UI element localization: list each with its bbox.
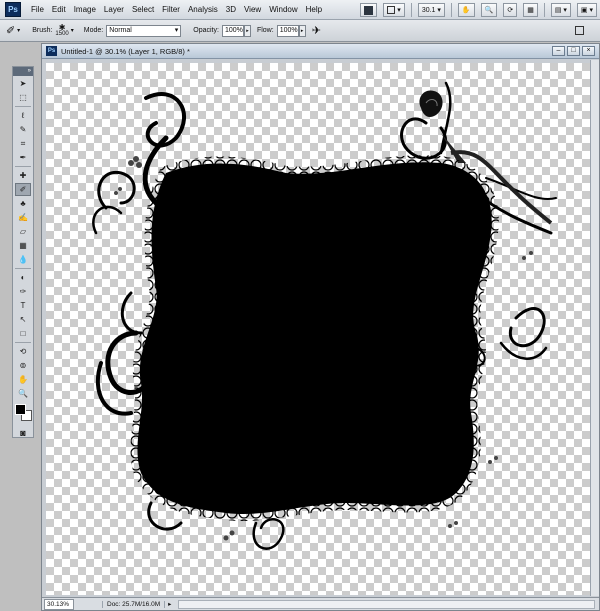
status-bar: 30.13% Doc: 25.7M/16.0M ▸ <box>42 597 599 610</box>
canvas[interactable] <box>46 63 591 595</box>
healing-tool[interactable]: ✚ <box>15 169 31 182</box>
type-tool[interactable]: T <box>15 299 31 312</box>
menu-analysis[interactable]: Analysis <box>184 0 222 20</box>
flow-label: Flow: <box>256 27 274 34</box>
brush-preset-picker[interactable]: ✱ 1500 <box>55 22 69 38</box>
hand-tool[interactable]: ✋ <box>15 373 31 386</box>
menu-window[interactable]: Window <box>265 0 301 20</box>
photoshop-logo: Ps <box>5 2 21 17</box>
launch-bridge-button[interactable] <box>360 3 378 17</box>
zoom-level-dropdown[interactable]: 30.1 ▾ <box>417 3 445 17</box>
tool-preset-picker[interactable]: ✐ ▾ <box>6 24 20 37</box>
hand-icon[interactable]: ✋ <box>457 3 475 17</box>
options-bar: ✐ ▾ Brush: ✱ 1500 ▾ Mode: Normal ▾ Opacit… <box>0 20 600 42</box>
marquee-tool[interactable]: ⬚ <box>15 91 31 104</box>
blur-tool[interactable]: 💧 <box>15 253 31 266</box>
pen-tool[interactable]: ✑ <box>15 285 31 298</box>
foreground-color[interactable] <box>15 404 26 415</box>
screen-mode-button[interactable]: ▣ ▾ <box>576 3 597 17</box>
brush-tip-icon: ✱ <box>58 22 66 32</box>
menu-select[interactable]: Select <box>128 0 158 20</box>
document-info[interactable]: Doc: 25.7M/16.0M <box>102 600 166 608</box>
close-button[interactable]: × <box>582 46 595 56</box>
application-bar: ▾ 30.1 ▾ ✋ 🔍 ⟳ ▦ ▤ ▾ ▣ ▾ <box>357 0 600 20</box>
document-icon: Ps <box>46 46 57 56</box>
menu-help[interactable]: Help <box>302 0 326 20</box>
menu-image[interactable]: Image <box>70 0 100 20</box>
document-tab[interactable]: Ps Untitled-1 @ 30.1% (Layer 1, RGB/8) *… <box>42 44 599 59</box>
brush-tool[interactable]: ✐ <box>15 183 31 196</box>
brush-size: 1500 <box>55 30 69 37</box>
status-menu-arrow[interactable]: ▸ <box>165 600 174 608</box>
view-extras-button[interactable]: ▾ <box>383 3 405 17</box>
brush-panel-toggle[interactable] <box>575 26 584 35</box>
quick-mask-button[interactable]: ◙ <box>15 426 31 439</box>
brush-label: Brush: <box>32 27 53 34</box>
eyedropper-tool[interactable]: ✒ <box>15 151 31 164</box>
flow-slider-button[interactable]: ▸ <box>298 24 306 37</box>
tools-panel-grip[interactable]: » <box>13 67 33 76</box>
3d-orbit-tool[interactable]: ⊚ <box>15 359 31 372</box>
menu-filter[interactable]: Filter <box>158 0 184 20</box>
menu-layer[interactable]: Layer <box>100 0 128 20</box>
path-select-tool[interactable]: ↖ <box>15 313 31 326</box>
shape-tool[interactable]: □ <box>15 327 31 340</box>
arrange-documents-button[interactable]: ▤ ▾ <box>550 3 571 17</box>
opacity-label: Opacity: <box>193 27 219 34</box>
menu-file[interactable]: File <box>27 0 48 20</box>
quick-select-tool[interactable]: ✎ <box>15 123 31 136</box>
move-tool[interactable]: ➤ <box>15 77 31 90</box>
zoom-icon[interactable]: 🔍 <box>480 3 498 17</box>
document-window: Ps Untitled-1 @ 30.1% (Layer 1, RGB/8) *… <box>41 43 600 611</box>
airbrush-button[interactable]: ✈ <box>312 24 321 37</box>
vertical-scrollbar[interactable] <box>590 60 599 596</box>
dodge-tool[interactable]: ◐ <box>15 271 31 284</box>
lasso-tool[interactable]: ℓ <box>15 109 31 122</box>
maximize-button[interactable]: □ <box>567 46 580 56</box>
tools-panel: » ➤ ⬚ ℓ ✎ ⌗ ✒ ✚ ✐ ♣ ✍ ▱ ▦ 💧 ◐ ✑ T ↖ □ ⟲ ⊚ ✋ 🔍 ◙ <box>12 66 34 438</box>
menu-edit[interactable]: Edit <box>48 0 70 20</box>
black-frame-shape <box>130 155 499 521</box>
opacity-slider-button[interactable]: ▸ <box>243 24 251 37</box>
menu-view[interactable]: View <box>240 0 265 20</box>
mode-label: Mode: <box>83 27 104 34</box>
zoom-field[interactable]: 30.13% <box>44 598 74 610</box>
mode-dropdown[interactable]: Normal ▾ <box>106 24 182 37</box>
artwork <box>92 81 557 550</box>
main-menu: File Edit Image Layer Select Filter Anal… <box>27 0 326 20</box>
tool-list: ➤ ⬚ ℓ ✎ ⌗ ✒ ✚ ✐ ♣ ✍ ▱ ▦ 💧 ◐ ✑ T ↖ □ ⟲ ⊚ ✋ 🔍 <box>13 77 33 400</box>
gradient-tool[interactable]: ▦ <box>15 239 31 252</box>
history-brush-tool[interactable]: ✍ <box>15 211 31 224</box>
minimize-button[interactable]: – <box>552 46 565 56</box>
menu-3d[interactable]: 3D <box>222 0 240 20</box>
crop-tool[interactable]: ⌗ <box>15 137 31 150</box>
document-title: Untitled-1 @ 30.1% (Layer 1, RGB/8) * <box>61 46 190 56</box>
opacity-field[interactable]: 100% <box>221 24 244 37</box>
zoom-tool[interactable]: 🔍 <box>15 387 31 400</box>
grid-icon[interactable]: ▦ <box>523 3 538 17</box>
horizontal-scrollbar[interactable] <box>178 599 595 609</box>
rotate-view-icon[interactable]: ⟳ <box>503 3 518 17</box>
3d-rotate-tool[interactable]: ⟲ <box>15 345 31 358</box>
eraser-tool[interactable]: ▱ <box>15 225 31 238</box>
menu-bar: Ps File Edit Image Layer Select Filter A… <box>0 0 600 20</box>
color-swatches[interactable] <box>15 404 33 422</box>
flow-field[interactable]: 100% <box>276 24 299 37</box>
clone-stamp-tool[interactable]: ♣ <box>15 197 31 210</box>
